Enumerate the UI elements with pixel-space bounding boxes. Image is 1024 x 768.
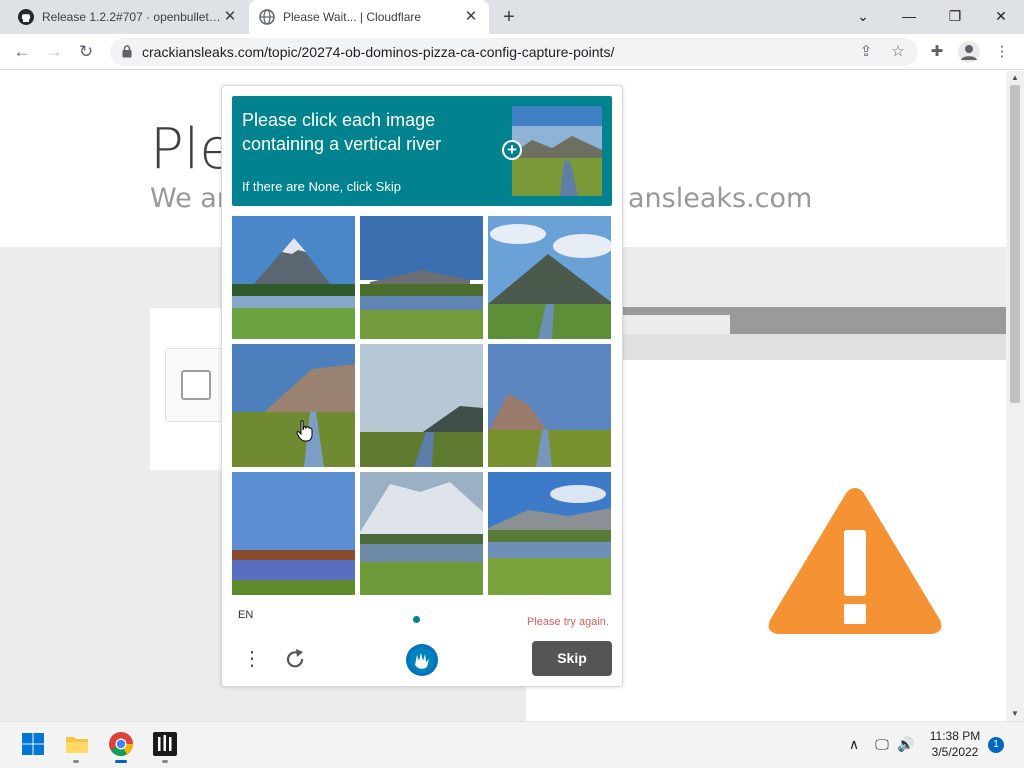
close-icon[interactable]: ✕ — [222, 9, 238, 25]
captcha-challenge: Please click each image containing a ver… — [221, 85, 623, 687]
back-arrow-icon[interactable]: ← — [10, 40, 34, 64]
hcaptcha-logo-icon[interactable] — [405, 643, 439, 677]
grid-cell-9[interactable] — [488, 472, 611, 595]
window-close-icon[interactable]: ✕ — [988, 4, 1014, 28]
prompt-line-2: containing a vertical river — [242, 134, 442, 154]
zoom-plus-icon[interactable]: + — [502, 140, 522, 160]
page-domain-text: ansleaks.com — [628, 183, 813, 214]
network-icon[interactable]: 🖵 — [872, 734, 892, 754]
prompt-line-1: Please click each image — [242, 110, 436, 130]
hand-cursor-icon — [296, 420, 313, 442]
forward-arrow-icon[interactable]: → — [42, 40, 66, 64]
river-hill-low-image — [360, 344, 483, 467]
explorer-indicator — [73, 760, 79, 763]
new-tab-button[interactable]: + — [499, 7, 519, 27]
kebab-menu-icon[interactable]: ⋮ — [992, 42, 1012, 62]
error-message: Please try again. — [527, 616, 609, 628]
refresh-icon[interactable] — [282, 646, 308, 672]
reload-icon[interactable]: ↻ — [74, 40, 98, 64]
openbullet-icon[interactable] — [151, 730, 179, 758]
river-hill-right-image — [232, 344, 355, 467]
grid-cell-5[interactable] — [360, 344, 483, 467]
share-icon[interactable]: ⇪ — [858, 44, 874, 60]
file-explorer-icon[interactable] — [63, 730, 91, 758]
grid-cell-3[interactable] — [488, 216, 611, 339]
minimize-icon[interactable]: — — [896, 4, 922, 28]
progress-band-notch — [620, 315, 730, 335]
image-grid — [232, 216, 612, 596]
profile-avatar-icon[interactable] — [958, 41, 980, 63]
grid-cell-1[interactable] — [232, 216, 355, 339]
mountain-lake-grass-image — [488, 472, 611, 595]
grid-cell-7[interactable] — [232, 472, 355, 595]
page-dot-indicator — [413, 616, 420, 623]
page-subtitle: We ar — [150, 183, 228, 214]
warning-icon — [768, 488, 942, 634]
grid-cell-6[interactable] — [488, 344, 611, 467]
scroll-thumb[interactable] — [1010, 85, 1020, 403]
system-clock[interactable]: 11:38 PM 3/5/2022 — [922, 728, 988, 760]
prompt-hint: If there are None, click Skip — [242, 179, 401, 194]
tab-strip: Release 1.2.2#707 · openbullet/openbulle… — [0, 0, 1024, 34]
captcha-prompt: Please click each image containing a ver… — [232, 96, 612, 206]
page-scrollbar[interactable]: ▲ ▼ — [1006, 71, 1024, 721]
language-selector[interactable]: EN — [238, 609, 253, 621]
more-options-icon[interactable]: ⋮ — [242, 646, 262, 672]
chrome-icon[interactable] — [107, 730, 135, 758]
browser-toolbar: ← → ↻ crackiansleaks.com/topic/20274-ob-… — [0, 34, 1024, 70]
openbullet-indicator — [162, 760, 168, 763]
tab-search-chevron-icon[interactable]: ⌄ — [850, 4, 876, 28]
windows-start-icon[interactable] — [19, 730, 47, 758]
extensions-icon[interactable]: ✚ — [927, 42, 947, 62]
grid-cell-8[interactable] — [360, 472, 483, 595]
example-image — [512, 106, 602, 196]
url-text: crackiansleaks.com/topic/20274-ob-domino… — [142, 44, 615, 60]
mountain-lake-image — [232, 216, 355, 339]
hcaptcha-checkbox[interactable] — [181, 370, 211, 400]
close-icon[interactable]: ✕ — [463, 9, 479, 25]
clock-date: 3/5/2022 — [931, 745, 979, 759]
address-bar[interactable]: crackiansleaks.com/topic/20274-ob-domino… — [110, 38, 918, 66]
tab-title: Please Wait... | Cloudflare — [283, 10, 422, 24]
lake-flowers-image — [232, 472, 355, 595]
notification-badge[interactable]: 1 — [988, 737, 1004, 753]
lock-icon[interactable] — [122, 45, 132, 58]
river-hill-bare-image — [488, 344, 611, 467]
mountain-river-clouds-image — [488, 216, 611, 339]
clock-time: 11:38 PM — [929, 729, 981, 743]
tab-title: Release 1.2.2#707 · openbullet/openbulle… — [42, 10, 222, 24]
snowy-mountain-lake-image — [360, 472, 483, 595]
scroll-up-icon[interactable]: ▲ — [1006, 71, 1024, 85]
github-icon — [18, 9, 34, 25]
chrome-active-indicator — [115, 760, 127, 763]
mountain-lake-wide-image — [360, 216, 483, 339]
star-icon[interactable]: ☆ — [890, 44, 906, 60]
prompt-text: Please click each image containing a ver… — [242, 108, 482, 156]
scroll-down-icon[interactable]: ▼ — [1006, 707, 1024, 721]
windows-taskbar: ∧ 🖵 🔊 11:38 PM 3/5/2022 1 — [0, 721, 1024, 768]
globe-icon — [259, 9, 275, 25]
grid-cell-4[interactable] — [232, 344, 355, 467]
skip-button[interactable]: Skip — [532, 641, 612, 676]
volume-icon[interactable]: 🔊 — [896, 734, 916, 754]
grid-cell-2[interactable] — [360, 216, 483, 339]
tab-cloudflare[interactable]: Please Wait... | Cloudflare ✕ — [249, 0, 489, 34]
grey-band — [620, 334, 1006, 360]
tray-chevron-up-icon[interactable]: ∧ — [844, 734, 864, 754]
tab-github-release[interactable]: Release 1.2.2#707 · openbullet/openbulle… — [8, 0, 248, 34]
restore-icon[interactable]: ❐ — [942, 4, 968, 28]
